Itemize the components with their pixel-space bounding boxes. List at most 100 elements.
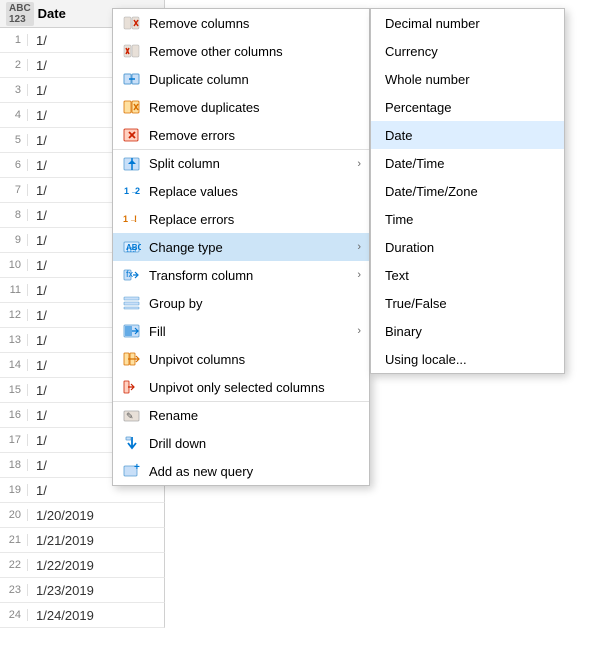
row-value: 1/24/2019 (28, 608, 94, 623)
row-value: 1/ (28, 158, 47, 173)
menu-label-unpivot-columns: Unpivot columns (149, 352, 361, 367)
submenu-item-percentage[interactable]: Percentage (371, 93, 564, 121)
submenu-label-binary: Binary (385, 324, 422, 339)
context-menu: Remove columns Remove other columns Dupl… (112, 8, 370, 486)
menu-icon-replace-errors: 1→! (121, 210, 143, 228)
menu-label-split-column: Split column (149, 156, 357, 171)
row-number: 13 (0, 334, 28, 346)
menu-item-unpivot-selected[interactable]: Unpivot only selected columns (113, 373, 369, 401)
row-value: 1/ (28, 258, 47, 273)
row-value: 1/ (28, 58, 47, 73)
menu-item-group-by[interactable]: Group by (113, 289, 369, 317)
menu-item-add-new-query[interactable]: + Add as new query (113, 457, 369, 485)
submenu-item-date[interactable]: Date (371, 121, 564, 149)
submenu-item-whole-number[interactable]: Whole number (371, 65, 564, 93)
row-number: 23 (0, 584, 28, 596)
menu-item-split-column[interactable]: Split column › (113, 149, 369, 177)
menu-item-duplicate-column[interactable]: Duplicate column (113, 65, 369, 93)
row-value: 1/21/2019 (28, 533, 94, 548)
submenu-item-date-time-zone[interactable]: Date/Time/Zone (371, 177, 564, 205)
row-number: 17 (0, 434, 28, 446)
svg-text:fx: fx (126, 269, 134, 279)
column-type-icon: ABC123 (6, 2, 34, 26)
menu-item-fill[interactable]: Fill › (113, 317, 369, 345)
menu-icon-transform-column: fx (121, 266, 143, 284)
menu-item-unpivot-columns[interactable]: Unpivot columns (113, 345, 369, 373)
row-value: 1/ (28, 133, 47, 148)
table-row: 231/23/2019 (0, 578, 165, 603)
submenu-item-duration[interactable]: Duration (371, 233, 564, 261)
menu-item-replace-values[interactable]: 1→2 Replace values (113, 177, 369, 205)
table-row: 201/20/2019 (0, 503, 165, 528)
submenu-label-duration: Duration (385, 240, 434, 255)
menu-item-drill-down[interactable]: Drill down (113, 429, 369, 457)
menu-label-duplicate-column: Duplicate column (149, 72, 361, 87)
menu-label-remove-errors: Remove errors (149, 128, 361, 143)
svg-text:1: 1 (124, 186, 129, 196)
row-number: 18 (0, 459, 28, 471)
row-value: 1/20/2019 (28, 508, 94, 523)
row-number: 6 (0, 159, 28, 171)
svg-text:1: 1 (123, 214, 128, 224)
row-value: 1/ (28, 483, 47, 498)
menu-label-remove-columns: Remove columns (149, 16, 361, 31)
submenu-item-date-time[interactable]: Date/Time (371, 149, 564, 177)
row-value: 1/ (28, 208, 47, 223)
row-number: 2 (0, 59, 28, 71)
submenu-label-date: Date (385, 128, 412, 143)
submenu-label-percentage: Percentage (385, 100, 452, 115)
submenu-item-decimal-number[interactable]: Decimal number (371, 9, 564, 37)
submenu-label-date-time-zone: Date/Time/Zone (385, 184, 478, 199)
submenu-label-date-time: Date/Time (385, 156, 444, 171)
menu-icon-remove-duplicates (121, 98, 143, 116)
submenu-item-true-false[interactable]: True/False (371, 289, 564, 317)
row-value: 1/ (28, 408, 47, 423)
menu-item-remove-other-columns[interactable]: Remove other columns (113, 37, 369, 65)
menu-item-change-type[interactable]: ABC123 Change type › (113, 233, 369, 261)
submenu-label-using-locale: Using locale... (385, 352, 467, 367)
menu-icon-unpivot-columns (121, 350, 143, 368)
row-value: 1/ (28, 308, 47, 323)
menu-label-drill-down: Drill down (149, 436, 361, 451)
row-number: 22 (0, 559, 28, 571)
menu-label-replace-errors: Replace errors (149, 212, 361, 227)
menu-label-remove-duplicates: Remove duplicates (149, 100, 361, 115)
menu-icon-split-column (121, 155, 143, 173)
menu-icon-replace-values: 1→2 (121, 182, 143, 200)
svg-text:✎: ✎ (126, 411, 134, 421)
submenu-arrow-fill: › (357, 325, 361, 337)
row-value: 1/ (28, 83, 47, 98)
row-value: 1/ (28, 233, 47, 248)
menu-item-rename[interactable]: ✎ Rename (113, 401, 369, 429)
submenu-label-time: Time (385, 212, 413, 227)
menu-item-transform-column[interactable]: fx Transform column › (113, 261, 369, 289)
menu-item-remove-duplicates[interactable]: Remove duplicates (113, 93, 369, 121)
menu-item-replace-errors[interactable]: 1→! Replace errors (113, 205, 369, 233)
row-number: 24 (0, 609, 28, 621)
row-number: 16 (0, 409, 28, 421)
menu-label-remove-other-columns: Remove other columns (149, 44, 361, 59)
row-number: 11 (0, 284, 28, 296)
menu-item-remove-errors[interactable]: Remove errors (113, 121, 369, 149)
menu-icon-rename: ✎ (121, 407, 143, 425)
row-value: 1/ (28, 33, 47, 48)
row-number: 10 (0, 259, 28, 271)
menu-icon-remove-columns (121, 14, 143, 32)
row-value: 1/ (28, 358, 47, 373)
row-number: 1 (0, 34, 28, 46)
submenu-item-binary[interactable]: Binary (371, 317, 564, 345)
submenu-label-text: Text (385, 268, 409, 283)
row-value: 1/22/2019 (28, 558, 94, 573)
submenu-label-true-false: True/False (385, 296, 447, 311)
menu-label-rename: Rename (149, 408, 361, 423)
menu-label-add-new-query: Add as new query (149, 464, 361, 479)
submenu-item-text[interactable]: Text (371, 261, 564, 289)
menu-icon-unpivot-selected (121, 378, 143, 396)
submenu-label-currency: Currency (385, 44, 438, 59)
submenu-item-time[interactable]: Time (371, 205, 564, 233)
submenu-item-currency[interactable]: Currency (371, 37, 564, 65)
row-value: 1/ (28, 458, 47, 473)
menu-item-remove-columns[interactable]: Remove columns (113, 9, 369, 37)
submenu-item-using-locale[interactable]: Using locale... (371, 345, 564, 373)
row-value: 1/ (28, 108, 47, 123)
